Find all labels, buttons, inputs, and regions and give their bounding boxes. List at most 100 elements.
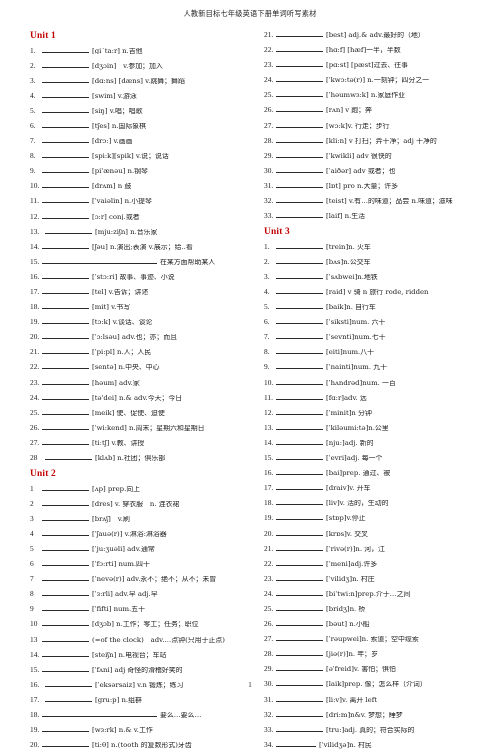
answer-blank[interactable] bbox=[42, 497, 89, 506]
answer-blank[interactable] bbox=[276, 708, 323, 717]
answer-blank[interactable] bbox=[276, 285, 323, 294]
answer-blank[interactable] bbox=[276, 421, 323, 430]
answer-blank[interactable] bbox=[42, 708, 157, 718]
answer-blank[interactable] bbox=[276, 451, 323, 461]
unit-heading: Unit 1 bbox=[30, 31, 56, 41]
answer-blank[interactable] bbox=[276, 738, 316, 747]
answer-blank[interactable] bbox=[42, 738, 89, 748]
answer-blank[interactable] bbox=[276, 376, 323, 385]
answer-blank[interactable] bbox=[42, 406, 89, 415]
entry-definition: [dɑ:ns] [dæns] v.跳舞；舞蹈 bbox=[92, 77, 185, 85]
entry-number: 3. bbox=[30, 75, 36, 85]
answer-blank[interactable] bbox=[42, 300, 89, 310]
answer-blank[interactable] bbox=[42, 617, 89, 627]
answer-blank[interactable] bbox=[276, 209, 323, 219]
answer-blank[interactable] bbox=[42, 74, 89, 83]
answer-blank[interactable] bbox=[42, 179, 89, 189]
answer-blank[interactable] bbox=[42, 270, 89, 279]
answer-blank[interactable] bbox=[276, 647, 323, 657]
answer-blank[interactable] bbox=[42, 723, 89, 733]
answer-blank[interactable] bbox=[42, 89, 89, 98]
answer-blank[interactable] bbox=[42, 330, 89, 340]
entry-definition: [stɒp]v.停止 bbox=[326, 515, 366, 523]
answer-blank[interactable] bbox=[42, 602, 89, 612]
answer-blank[interactable] bbox=[42, 512, 89, 521]
answer-blank[interactable] bbox=[42, 527, 89, 536]
answer-blank[interactable] bbox=[42, 149, 89, 159]
answer-blank[interactable] bbox=[276, 194, 323, 204]
answer-blank[interactable] bbox=[42, 345, 89, 355]
answer-blank[interactable] bbox=[276, 134, 323, 143]
answer-blank[interactable] bbox=[42, 557, 89, 567]
answer-blank[interactable] bbox=[276, 119, 323, 128]
answer-blank[interactable] bbox=[276, 723, 323, 732]
answer-blank[interactable] bbox=[42, 255, 157, 264]
answer-blank[interactable] bbox=[42, 482, 89, 491]
answer-blank[interactable] bbox=[276, 587, 323, 596]
answer-blank[interactable] bbox=[276, 496, 323, 506]
answer-blank[interactable] bbox=[42, 542, 89, 551]
answer-blank[interactable] bbox=[276, 436, 323, 445]
answer-blank[interactable] bbox=[276, 572, 323, 581]
page-title: 人教新目标七年级英语下册单词听写素材 bbox=[183, 9, 317, 18]
vocab-entry: 12. [ˈminit]n 分钟 bbox=[264, 406, 484, 421]
answer-blank[interactable] bbox=[276, 481, 323, 491]
answer-blank[interactable] bbox=[276, 240, 323, 249]
answer-blank[interactable] bbox=[276, 527, 323, 536]
answer-blank[interactable] bbox=[42, 164, 89, 174]
answer-blank[interactable] bbox=[276, 149, 323, 158]
answer-blank[interactable] bbox=[42, 633, 89, 642]
answer-blank[interactable] bbox=[42, 360, 89, 370]
answer-blank[interactable] bbox=[276, 330, 323, 340]
answer-blank[interactable] bbox=[276, 466, 323, 476]
answer-blank[interactable] bbox=[276, 406, 323, 415]
answer-blank[interactable] bbox=[276, 88, 323, 98]
answer-blank[interactable] bbox=[276, 693, 323, 702]
answer-blank[interactable] bbox=[42, 285, 89, 294]
answer-blank[interactable] bbox=[42, 663, 89, 672]
answer-blank[interactable] bbox=[276, 164, 323, 173]
answer-blank[interactable] bbox=[276, 360, 323, 370]
answer-blank[interactable] bbox=[42, 44, 89, 53]
answer-blank[interactable] bbox=[45, 225, 92, 234]
answer-blank[interactable] bbox=[45, 451, 92, 461]
answer-blank[interactable] bbox=[42, 119, 89, 128]
answer-blank[interactable] bbox=[42, 104, 89, 113]
answer-blank[interactable] bbox=[42, 572, 89, 582]
answer-blank[interactable] bbox=[276, 58, 323, 68]
answer-blank[interactable] bbox=[42, 436, 89, 445]
answer-blank[interactable] bbox=[276, 617, 323, 627]
answer-blank[interactable] bbox=[42, 391, 89, 400]
answer-blank[interactable] bbox=[276, 345, 323, 355]
answer-blank[interactable] bbox=[276, 391, 323, 400]
answer-blank[interactable] bbox=[42, 210, 89, 219]
answer-blank[interactable] bbox=[42, 421, 89, 430]
answer-blank[interactable] bbox=[276, 270, 323, 279]
answer-blank[interactable] bbox=[276, 542, 323, 551]
answer-blank[interactable] bbox=[276, 43, 323, 53]
answer-blank[interactable] bbox=[42, 315, 89, 325]
answer-blank[interactable] bbox=[42, 648, 89, 657]
answer-blank[interactable] bbox=[276, 103, 323, 113]
answer-blank[interactable] bbox=[276, 602, 323, 611]
answer-blank[interactable] bbox=[42, 59, 89, 68]
answer-blank[interactable] bbox=[276, 632, 323, 642]
entry-definition: [gru:p] n.组群 bbox=[95, 696, 142, 704]
answer-blank[interactable] bbox=[276, 315, 323, 325]
entry-number: 23. bbox=[264, 573, 274, 583]
answer-blank[interactable] bbox=[276, 557, 323, 566]
answer-blank[interactable] bbox=[276, 511, 323, 521]
answer-blank[interactable] bbox=[42, 376, 89, 385]
answer-blank[interactable] bbox=[276, 28, 323, 37]
answer-blank[interactable] bbox=[276, 179, 323, 188]
answer-blank[interactable] bbox=[276, 73, 323, 83]
answer-blank[interactable] bbox=[42, 240, 89, 249]
answer-blank[interactable] bbox=[45, 693, 92, 702]
entry-definition: [dʒɔb] n.工作；零工；任务；职位 bbox=[92, 621, 199, 629]
answer-blank[interactable] bbox=[276, 255, 323, 264]
answer-blank[interactable] bbox=[42, 194, 89, 204]
answer-blank[interactable] bbox=[276, 662, 323, 672]
answer-blank[interactable] bbox=[42, 587, 89, 597]
answer-blank[interactable] bbox=[276, 300, 323, 310]
answer-blank[interactable] bbox=[42, 134, 89, 144]
